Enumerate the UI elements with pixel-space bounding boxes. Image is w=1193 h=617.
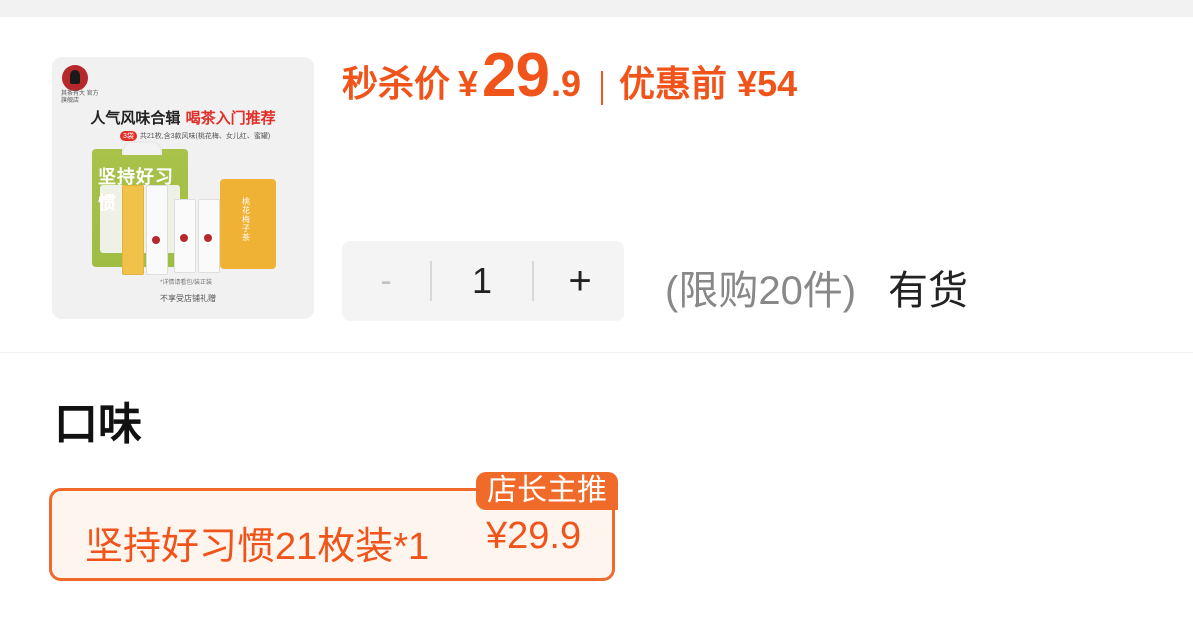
image-subline-text: 共21枚,含3款风味(桃花梅、女儿红、蜜罐) <box>139 133 271 140</box>
quantity-stepper: - 1 + <box>342 241 624 321</box>
tea-stick-white <box>146 185 168 275</box>
flavor-option-name: 坚持好习惯21枚装*1 <box>85 526 430 568</box>
image-foot-note: 不享受店铺礼赠 <box>160 294 216 303</box>
recommended-tag: 店长主推 <box>476 472 618 510</box>
image-headline: 人气风味合辑 喝茶入门推荐 <box>52 107 314 128</box>
section-divider <box>0 352 1193 353</box>
stepper-divider <box>532 261 534 301</box>
stock-status: 有货 <box>888 269 968 313</box>
tea-stick-white-3 <box>198 199 220 273</box>
product-thumbnail[interactable]: 其茶有大 官方旗舰店 人气风味合辑 喝茶入门推荐 3袋 共21枚,含3款风味(桃花… <box>52 57 314 319</box>
flash-price-label: 秒杀价 <box>342 63 451 104</box>
image-foot-small: *详情请看包/装正装 <box>160 280 213 286</box>
tea-stick-logo-icon <box>204 234 212 242</box>
tea-stick-logo-icon <box>152 236 160 244</box>
price-integer: 29 <box>482 41 550 110</box>
flavor-section-title: 口味 <box>54 400 142 449</box>
increase-button[interactable]: + <box>536 241 624 321</box>
original-price-label: 优惠前 <box>619 63 728 104</box>
tea-stick-white-2 <box>174 199 196 273</box>
price-line: 秒杀价 ¥ 29 .9 优惠前 ¥54 <box>342 40 797 120</box>
flavor-option-price: ¥29.9 <box>486 515 582 557</box>
original-price-value: ¥54 <box>737 63 798 104</box>
package-handle <box>122 141 162 155</box>
purchase-limit-text: (限购20件) <box>665 269 857 313</box>
decrease-button[interactable]: - <box>342 241 430 321</box>
image-badge: 3袋 <box>120 131 137 141</box>
price-decimal: .9 <box>551 63 582 104</box>
tea-stick-yellow <box>122 185 144 275</box>
top-strip <box>0 0 1193 17</box>
price-separator <box>601 71 604 105</box>
image-subline: 3袋 共21枚,含3款风味(桃花梅、女儿红、蜜罐) <box>120 131 270 141</box>
orange-package-image: 桃花梅子茶 <box>220 179 276 269</box>
image-headline-highlight: 喝茶入门推荐 <box>185 109 276 127</box>
tea-stick-logo-icon <box>180 234 188 242</box>
image-headline-prefix: 人气风味合辑 <box>90 109 186 127</box>
quantity-value[interactable]: 1 <box>432 241 532 321</box>
brand-logo-text: 其茶有大 官方旗舰店 <box>61 91 99 104</box>
orange-package-text: 桃花梅子茶 <box>242 197 250 242</box>
brand-logo-icon <box>62 65 88 91</box>
price-currency: ¥ <box>458 63 479 104</box>
